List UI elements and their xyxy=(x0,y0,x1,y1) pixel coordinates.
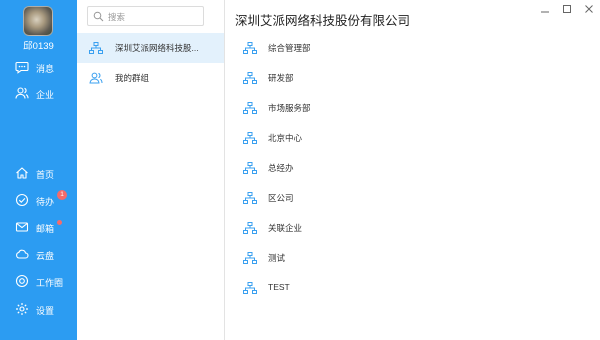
page-title: 深圳艾派网络科技股份有限公司 xyxy=(235,14,411,28)
chat-icon xyxy=(15,61,29,74)
left-nav-rail: 邱0139 消息 企业 首页 待办 1 邮箱 云盘 工作圈 设置 xyxy=(0,0,77,340)
close-icon[interactable] xyxy=(584,4,594,14)
nav-label: 云盘 xyxy=(36,250,55,261)
nav-item-cloud[interactable]: 云盘 xyxy=(0,244,77,266)
department-item[interactable]: 区公司 xyxy=(225,183,600,213)
department-item[interactable]: 研发部 xyxy=(225,63,600,93)
org-tree-icon xyxy=(243,102,257,114)
nav-label: 设置 xyxy=(36,305,55,316)
org-item-company[interactable]: 深圳艾派网络科技股... xyxy=(77,33,224,63)
nav-item-workcircle[interactable]: 工作圈 xyxy=(0,271,77,293)
search-input[interactable] xyxy=(108,9,200,24)
contacts-icon xyxy=(15,87,29,99)
group-icon xyxy=(89,72,103,84)
org-tree-icon xyxy=(243,192,257,204)
nav-label: 邮箱 xyxy=(36,223,55,234)
search-icon xyxy=(93,11,104,22)
org-item-my-groups[interactable]: 我的群组 xyxy=(77,63,224,93)
nav-item-messages[interactable]: 消息 xyxy=(0,57,77,79)
maximize-icon[interactable] xyxy=(562,4,572,14)
org-tree-icon xyxy=(243,132,257,144)
nav-item-home[interactable]: 首页 xyxy=(0,163,77,185)
department-item[interactable]: 测试 xyxy=(225,243,600,273)
mail-icon xyxy=(15,222,29,232)
org-tree-icon xyxy=(243,222,257,234)
nav-item-enterprise[interactable]: 企业 xyxy=(0,83,77,105)
minimize-icon[interactable] xyxy=(540,4,550,14)
gear-icon xyxy=(16,303,28,315)
home-icon xyxy=(16,167,28,179)
username: 邱0139 xyxy=(23,41,54,52)
cloud-icon xyxy=(16,249,29,259)
department-label: 关联企业 xyxy=(268,223,303,233)
org-tree-icon xyxy=(89,42,103,54)
department-label: 北京中心 xyxy=(268,133,303,143)
org-item-label: 我的群组 xyxy=(115,73,150,83)
department-label: 市场服务部 xyxy=(268,103,311,113)
avatar[interactable] xyxy=(23,6,53,36)
nav-label: 工作圈 xyxy=(36,277,64,288)
nav-label: 待办 xyxy=(36,196,55,207)
org-item-label: 深圳艾派网络科技股... xyxy=(115,43,199,53)
org-tree-icon xyxy=(243,282,257,294)
department-item[interactable]: 总经办 xyxy=(225,153,600,183)
department-label: 测试 xyxy=(268,253,286,263)
nav-item-mail[interactable]: 邮箱 xyxy=(0,217,77,239)
department-item[interactable]: 北京中心 xyxy=(225,123,600,153)
nav-item-todo[interactable]: 待办 1 xyxy=(0,190,77,212)
department-label: 研发部 xyxy=(268,73,294,83)
main-panel: 深圳艾派网络科技股份有限公司 综合管理部 研发部 市场服务部 北京中心 总经办 … xyxy=(225,0,600,340)
nav-item-settings[interactable]: 设置 xyxy=(0,299,77,321)
org-tree-icon xyxy=(243,42,257,54)
org-tree-icon xyxy=(243,252,257,264)
circle-target-icon xyxy=(15,274,29,288)
org-tree-icon xyxy=(243,72,257,84)
department-item[interactable]: TEST xyxy=(225,273,600,303)
org-panel: 深圳艾派网络科技股... 我的群组 xyxy=(77,0,225,340)
department-item[interactable]: 关联企业 xyxy=(225,213,600,243)
nav-label: 消息 xyxy=(36,63,55,74)
org-tree-icon xyxy=(243,162,257,174)
department-label: 总经办 xyxy=(268,163,294,173)
department-label: 综合管理部 xyxy=(268,43,311,53)
department-label: TEST xyxy=(268,282,290,292)
department-item[interactable]: 市场服务部 xyxy=(225,93,600,123)
todo-badge: 1 xyxy=(57,190,67,200)
mail-unread-dot xyxy=(57,220,62,225)
search-box[interactable] xyxy=(87,6,204,26)
department-label: 区公司 xyxy=(268,193,294,203)
window-controls xyxy=(540,4,594,14)
check-circle-icon xyxy=(15,193,29,207)
nav-label: 首页 xyxy=(36,169,55,180)
department-item[interactable]: 综合管理部 xyxy=(225,33,600,63)
nav-label: 企业 xyxy=(36,89,55,100)
